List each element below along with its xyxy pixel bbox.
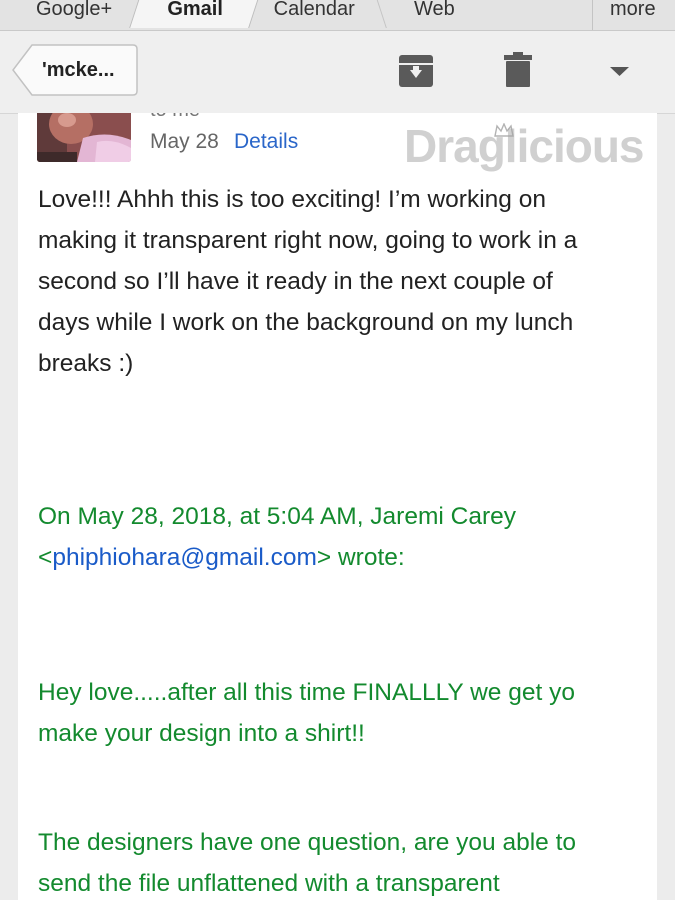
- recipient-line: to me: [150, 113, 200, 122]
- quoted-header: On May 28, 2018, at 5:04 AM, Jaremi Care…: [38, 496, 648, 578]
- lt-sign: <: [38, 544, 53, 571]
- tab-google-plus[interactable]: Google+: [36, 0, 112, 28]
- app-tab-bar: Google+ Gmail Calendar Web more: [0, 0, 675, 31]
- quoted-line: send the file unflattened with a transpa…: [38, 870, 500, 897]
- message-date: May 28: [150, 130, 219, 153]
- details-link[interactable]: Details: [234, 130, 298, 154]
- quoted-paragraph: The designers have one question, are you…: [38, 822, 648, 900]
- sender-avatar[interactable]: [37, 113, 131, 162]
- archive-icon: [399, 55, 433, 87]
- dropdown-arrow-icon: [610, 67, 629, 76]
- watermark-logo: Draglicious: [404, 120, 645, 172]
- quoted-paragraph: Hey love.....after all this time FINALLL…: [38, 672, 648, 754]
- crown-icon: [494, 123, 514, 137]
- body-line: second so I’ll have it ready in the next…: [38, 268, 553, 295]
- quoted-header-line-2: <phiphiohara@gmail.com> wrote:: [38, 537, 648, 578]
- tab-gmail[interactable]: Gmail: [129, 0, 261, 28]
- body-line: days while I work on the background on m…: [38, 309, 574, 336]
- tab-more[interactable]: more: [610, 0, 656, 28]
- message-card: to me May 28 Details Draglicious Love!!!…: [18, 113, 657, 900]
- delete-button[interactable]: [498, 51, 538, 91]
- quoted-line: make your design into a shirt!!: [38, 720, 365, 747]
- message-action-bar: 'mcke...: [0, 31, 675, 114]
- quoted-line: Hey love.....after all this time FINALLL…: [38, 679, 575, 706]
- tab-calendar-label: Calendar: [274, 0, 356, 20]
- back-button-label: 'mcke...: [42, 59, 115, 81]
- more-options-button[interactable]: [600, 51, 640, 91]
- tab-web[interactable]: Web: [414, 0, 455, 28]
- body-line: Love!!! Ahhh this is too exciting! I’m w…: [38, 186, 546, 213]
- quoted-header-line: On May 28, 2018, at 5:04 AM, Jaremi Care…: [38, 503, 516, 530]
- back-button[interactable]: 'mcke...: [12, 44, 138, 96]
- trash-icon: [504, 52, 532, 87]
- message-body: Love!!! Ahhh this is too exciting! I’m w…: [38, 179, 638, 384]
- tab-divider: [592, 0, 593, 30]
- avatar-photo-icon: [37, 113, 131, 162]
- tab-gmail-label: Gmail: [167, 0, 224, 20]
- wrote-text: > wrote:: [316, 544, 405, 571]
- sender-email-link[interactable]: phiphiohara@gmail.com: [52, 544, 317, 571]
- quoted-line: The designers have one question, are you…: [38, 829, 577, 856]
- body-line: making it transparent right now, going t…: [38, 227, 578, 254]
- body-line: breaks :): [38, 350, 134, 377]
- archive-button[interactable]: [396, 51, 436, 91]
- tab-calendar[interactable]: Calendar: [244, 0, 387, 28]
